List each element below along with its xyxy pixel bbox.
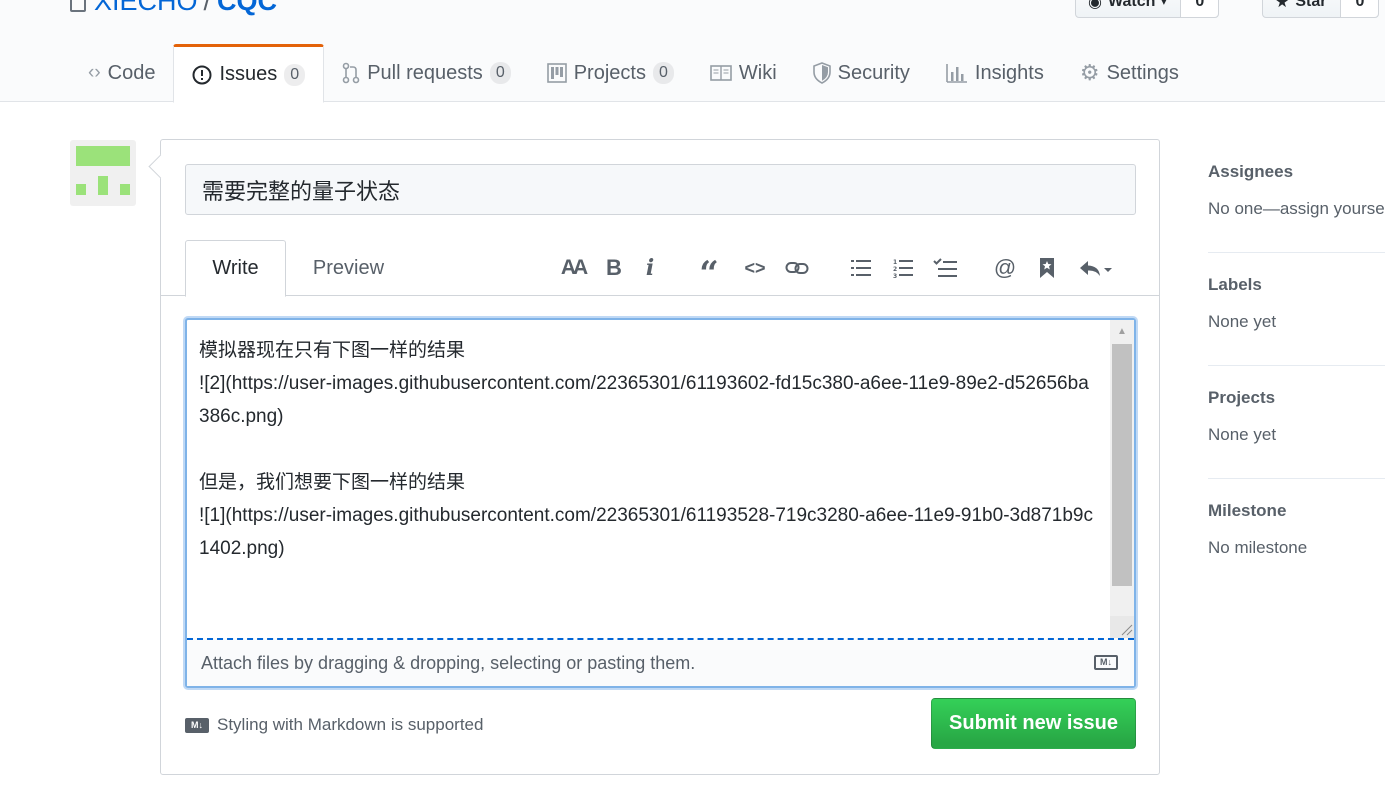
mention-button[interactable]: @ <box>990 252 1020 284</box>
repo-owner-link[interactable]: XIECHO <box>94 0 198 16</box>
star-button-group: ★ Star 0 <box>1262 0 1380 18</box>
pull-requests-counter: 0 <box>489 62 511 84</box>
markdown-icon: M↓ <box>1094 655 1118 670</box>
sidebar-heading[interactable]: Projects <box>1208 388 1385 408</box>
list-ordered-icon[interactable]: 123 <box>888 252 918 284</box>
repo-nav-tabs: ‹› Code Issues 0 Pull requests 0 Project… <box>70 44 1197 103</box>
repo-name-link[interactable]: CQC <box>217 0 277 16</box>
tab-wiki[interactable]: Wiki <box>692 44 795 102</box>
sidebar-heading[interactable]: Milestone <box>1208 501 1385 521</box>
tab-label: Security <box>837 61 910 84</box>
tab-issues[interactable]: Issues 0 <box>173 44 325 103</box>
tasklist-icon[interactable] <box>930 252 960 284</box>
repo-separator: / <box>203 0 212 16</box>
tab-preview[interactable]: Preview <box>301 240 396 296</box>
repo-header: XIECHO / CQC ◉ Watch ▾ 0 ★ Star 0 ‹› Code … <box>0 0 1385 103</box>
sidebar-labels: Labels None yet <box>1208 253 1385 366</box>
star-button[interactable]: ★ Star <box>1263 0 1340 17</box>
tab-label: Pull requests <box>367 61 483 84</box>
projects-counter: 0 <box>652 62 674 84</box>
project-icon <box>546 63 567 83</box>
star-icon: ★ <box>1275 0 1290 11</box>
tab-pull-requests[interactable]: Pull requests 0 <box>324 44 529 102</box>
issues-counter: 0 <box>284 63 306 86</box>
sidebar-projects: Projects None yet <box>1208 366 1385 479</box>
tab-label: Settings <box>1106 61 1179 84</box>
new-issue-form: 需要完整的量子状态 Write Preview AA B i “ <> 123 … <box>160 139 1160 775</box>
shield-icon <box>812 62 831 84</box>
star-count[interactable]: 0 <box>1340 0 1379 17</box>
quote-button[interactable]: “ <box>694 252 724 294</box>
resize-grip-icon[interactable] <box>1110 616 1134 638</box>
sidebar-value[interactable]: No one—assign yourself <box>1208 199 1385 219</box>
sidebar-value: None yet <box>1208 425 1277 444</box>
comment-body-editor-frame: 模拟器现在只有下图一样的结果 ![2](https://user-images.… <box>185 318 1136 688</box>
code-button[interactable]: <> <box>740 252 770 284</box>
tab-label: Issues <box>219 63 278 85</box>
tab-label: Code <box>107 61 156 84</box>
tab-label: Wiki <box>738 61 777 84</box>
link-icon[interactable] <box>782 252 812 284</box>
bold-button[interactable]: B <box>600 252 628 284</box>
caret-down-icon: ▾ <box>1161 0 1167 8</box>
submit-new-issue-button[interactable]: Submit new issue <box>931 698 1136 749</box>
tab-security[interactable]: Security <box>795 44 928 102</box>
repo-title: XIECHO / CQC <box>70 0 277 17</box>
sidebar-value: None yet <box>1208 312 1277 331</box>
sidebar-assignees: Assignees No one—assign yourself <box>1208 140 1385 253</box>
svg-text:1: 1 <box>893 259 897 266</box>
sidebar-heading[interactable]: Assignees <box>1208 162 1385 182</box>
code-icon: ‹› <box>88 62 101 83</box>
sidebar-milestone: Milestone No milestone <box>1208 479 1385 592</box>
git-pull-request-icon <box>342 62 360 84</box>
list-unordered-icon[interactable] <box>846 252 876 284</box>
tab-code[interactable]: ‹› Code <box>70 44 173 102</box>
tab-write[interactable]: Write <box>185 240 286 297</box>
file-attachment-dropzone[interactable]: Attach files by dragging & dropping, sel… <box>187 638 1134 686</box>
issue-opened-icon <box>192 65 212 85</box>
tab-label: Projects <box>573 61 646 84</box>
textarea-scrollbar[interactable]: ▲ ▼ <box>1110 320 1134 638</box>
svg-text:2: 2 <box>893 266 897 273</box>
tab-settings[interactable]: ⚙ Settings <box>1062 44 1197 102</box>
scroll-up-arrow-icon[interactable]: ▲ <box>1110 320 1134 342</box>
issue-sidebar: Assignees No one—assign yourself Labels … <box>1208 140 1385 592</box>
watch-button[interactable]: ◉ Watch ▾ <box>1076 0 1180 17</box>
star-label: Star <box>1295 0 1327 10</box>
tab-label: Insights <box>974 61 1044 84</box>
header-text-button[interactable]: AA <box>556 252 590 284</box>
italic-button[interactable]: i <box>638 252 662 284</box>
watch-count[interactable]: 0 <box>1180 0 1219 17</box>
markdown-icon: M↓ <box>185 717 209 733</box>
avatar[interactable] <box>70 140 136 206</box>
markdown-note-text: Styling with Markdown is supported <box>217 715 484 734</box>
gear-icon: ⚙ <box>1079 60 1100 85</box>
bookmark-icon[interactable] <box>1032 252 1062 284</box>
tab-insights[interactable]: Insights <box>928 44 1062 102</box>
eye-icon: ◉ <box>1088 0 1102 11</box>
reply-icon[interactable] <box>1074 252 1118 284</box>
attach-hint-text: Attach files by dragging & dropping, sel… <box>201 652 696 673</box>
scrollbar-thumb[interactable] <box>1112 344 1132 586</box>
sidebar-heading[interactable]: Labels <box>1208 275 1385 295</box>
watch-button-group: ◉ Watch ▾ 0 <box>1075 0 1220 18</box>
repo-icon <box>70 0 86 12</box>
issue-body-textarea[interactable]: 模拟器现在只有下图一样的结果 ![2](https://user-images.… <box>187 320 1108 638</box>
tab-projects[interactable]: Projects 0 <box>529 44 692 102</box>
graph-icon <box>946 63 968 83</box>
sidebar-value: No milestone <box>1208 538 1308 557</box>
watch-label: Watch <box>1107 0 1156 10</box>
book-icon <box>710 65 732 81</box>
issue-title-input[interactable]: 需要完整的量子状态 <box>185 164 1136 215</box>
svg-text:3: 3 <box>893 273 897 278</box>
markdown-support-note[interactable]: M↓ Styling with Markdown is supported <box>185 715 483 735</box>
